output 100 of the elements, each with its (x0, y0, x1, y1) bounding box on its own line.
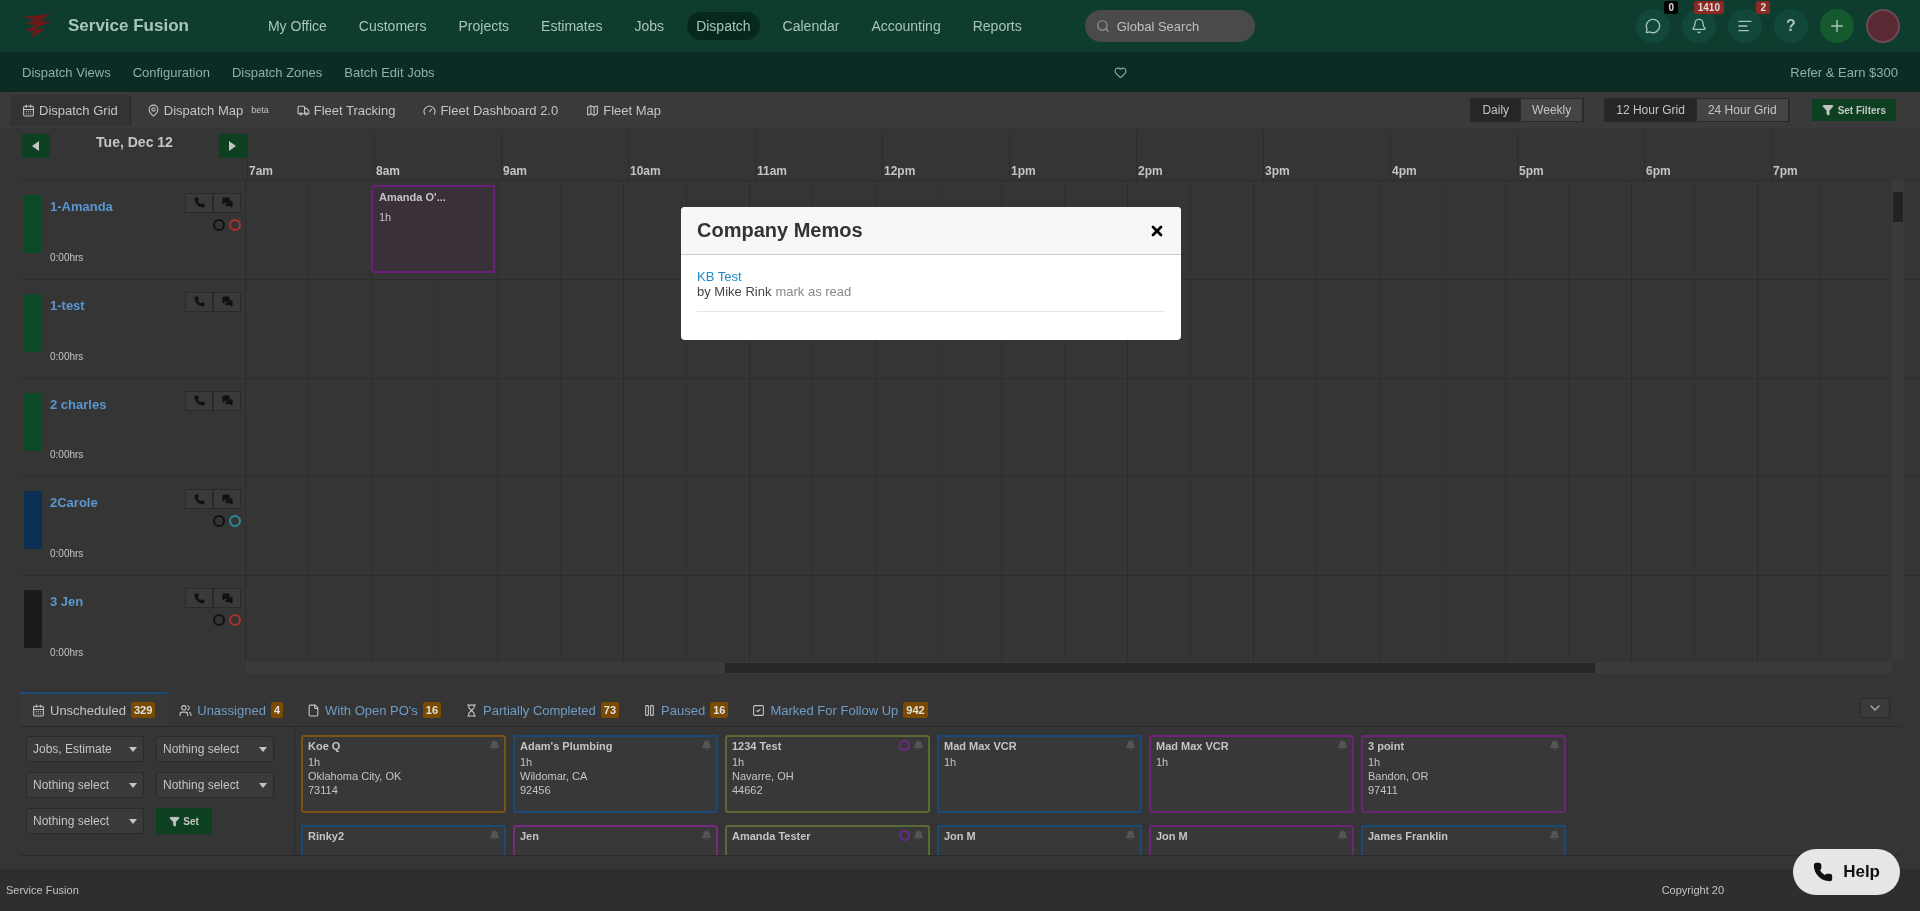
view-tab[interactable]: Dispatch Map $^{beta}$ (134, 94, 281, 126)
hour-label: 7am (248, 163, 274, 180)
nav-item[interactable]: Reports (963, 12, 1031, 40)
filter-dropdown[interactable]: Jobs, Estimate (26, 736, 144, 762)
bell-button[interactable] (1682, 9, 1716, 43)
message-button[interactable] (213, 588, 241, 609)
vertical-scrollbar[interactable] (1892, 180, 1904, 660)
technician-name[interactable]: 1-Amanda (50, 198, 177, 214)
caret-icon (259, 782, 267, 788)
job-list-tab[interactable]: Paused 16 (631, 692, 741, 726)
avatar[interactable] (1866, 9, 1900, 43)
subnav-item[interactable]: Dispatch Views (22, 64, 111, 80)
filter-dropdown[interactable]: Nothing select (26, 808, 144, 834)
set-filters-button[interactable]: Set Filters (1811, 99, 1896, 121)
nav-item[interactable]: Estimates (532, 12, 612, 40)
message-button[interactable] (213, 192, 241, 213)
subnav-item[interactable]: Batch Edit Jobs (344, 64, 435, 80)
nav-item[interactable]: Customers (349, 12, 436, 40)
refer-link[interactable]: Refer & Earn $300 (1790, 64, 1898, 80)
technician-name[interactable]: 3 Jen (50, 594, 177, 610)
filter-dropdown[interactable]: Nothing select (26, 772, 144, 798)
job-card[interactable]: Mad Max VCR 1h (937, 735, 1142, 813)
caret-icon (129, 782, 137, 788)
technician-hours: 0:00hrs (50, 350, 85, 362)
job-card[interactable]: Adam's Plumbing 1h Wildomar, CA 92456 (513, 735, 718, 813)
grid-mode-toggle[interactable]: 24 Hour Grid (1696, 99, 1789, 121)
nav-item[interactable]: Jobs (625, 12, 674, 40)
users-icon (179, 703, 193, 717)
grid-mode-toggle[interactable]: 12 Hour Grid (1605, 99, 1697, 121)
job-list-tab[interactable]: With Open PO's 16 (295, 692, 454, 726)
technician-name[interactable]: 1-test (50, 297, 177, 313)
add-button[interactable] (1820, 9, 1854, 43)
job-card[interactable]: Koe Q 1h Oklahoma City, OK 73114 (301, 735, 506, 813)
filter-dropdown[interactable]: Nothing select (156, 736, 274, 762)
nav-item[interactable]: Projects (449, 12, 519, 40)
job-list-tab[interactable]: Partially Completed 73 (453, 692, 632, 726)
date-label: Tue, Dec 12 (96, 134, 173, 152)
previous-day-button[interactable] (22, 134, 50, 158)
job-card[interactable]: Jon M (937, 825, 1142, 855)
view-tab[interactable]: Fleet Tracking (284, 94, 408, 126)
job-block[interactable]: Amanda O'... 1h (371, 184, 495, 273)
search-field[interactable]: Global Search (1084, 10, 1255, 42)
help-button[interactable]: Help (1793, 849, 1900, 895)
job-list-tab[interactable]: Unassigned 4 (167, 692, 296, 726)
chat-icon (1645, 18, 1661, 34)
job-card[interactable]: 1234 Test 1h Navarre, OH 44662 (725, 735, 930, 813)
memo-link[interactable]: KB Test (697, 269, 1165, 284)
period-toggle[interactable]: Daily (1471, 99, 1522, 121)
job-card[interactable]: Amanda Tester (725, 825, 930, 855)
hour-label: 5pm (1518, 163, 1544, 180)
help-button[interactable]: ? (1774, 9, 1808, 43)
technician-name[interactable]: 2Carole (50, 495, 177, 511)
phone-icon (193, 296, 205, 308)
phone-button[interactable] (185, 390, 213, 411)
phone-button[interactable] (185, 489, 213, 510)
bell-icon (701, 830, 712, 841)
view-tab[interactable]: Fleet Dashboard 2.0 (411, 94, 571, 126)
message-button[interactable] (213, 489, 241, 510)
mark-as-read-link[interactable]: mark as read (775, 284, 852, 299)
collapse-button[interactable] (1860, 698, 1890, 718)
subnav-item[interactable]: Dispatch Zones (231, 64, 323, 80)
job-card[interactable]: James Franklin (1361, 825, 1566, 855)
set-button[interactable]: Set (156, 808, 212, 834)
list-button[interactable] (1728, 9, 1762, 43)
chat-icon (221, 197, 233, 209)
chat-button[interactable] (1636, 9, 1670, 43)
job-card[interactable]: 3 point 1h Bandon, OR 97411 (1361, 735, 1566, 813)
next-day-button[interactable] (219, 134, 247, 158)
phone-button[interactable] (185, 192, 213, 213)
phone-button[interactable] (185, 588, 213, 609)
phone-icon (193, 592, 205, 604)
bell-icon (489, 740, 500, 751)
job-list-tab[interactable]: Marked For Follow Up 942 (740, 692, 940, 726)
nav-item[interactable]: Accounting (862, 12, 950, 40)
technician-name[interactable]: 2 charles (50, 396, 177, 412)
view-tab[interactable]: Dispatch Grid (10, 94, 131, 126)
chat-icon (221, 592, 233, 604)
filter-dropdown[interactable]: Nothing select (156, 772, 274, 798)
job-card[interactable]: Rinky2 (301, 825, 506, 855)
job-card[interactable]: Jen (513, 825, 718, 855)
hour-label: 6pm (1645, 163, 1671, 180)
phone-icon (1813, 862, 1834, 882)
job-card[interactable]: Mad Max VCR 1h (1149, 735, 1354, 813)
period-toggle[interactable]: Weekly (1521, 99, 1584, 121)
nav-item[interactable]: Calendar (773, 12, 849, 40)
view-tab[interactable]: Fleet Map (574, 94, 674, 126)
nav-item[interactable]: Dispatch (687, 12, 760, 40)
hour-label: 12pm (883, 163, 916, 180)
message-button[interactable] (213, 390, 241, 411)
job-card[interactable]: Jon M (1149, 825, 1354, 855)
hour-label: 8am (375, 163, 401, 180)
message-button[interactable] (213, 291, 241, 312)
nav-item[interactable]: My Office (258, 12, 336, 40)
filter-icon (169, 815, 181, 827)
bell-icon (1691, 18, 1707, 34)
phone-button[interactable] (185, 291, 213, 312)
chat-icon (221, 296, 233, 308)
bell-icon (701, 740, 712, 751)
memo-author: by Mike Rink (697, 284, 772, 299)
subnav-item[interactable]: Configuration (132, 64, 210, 80)
